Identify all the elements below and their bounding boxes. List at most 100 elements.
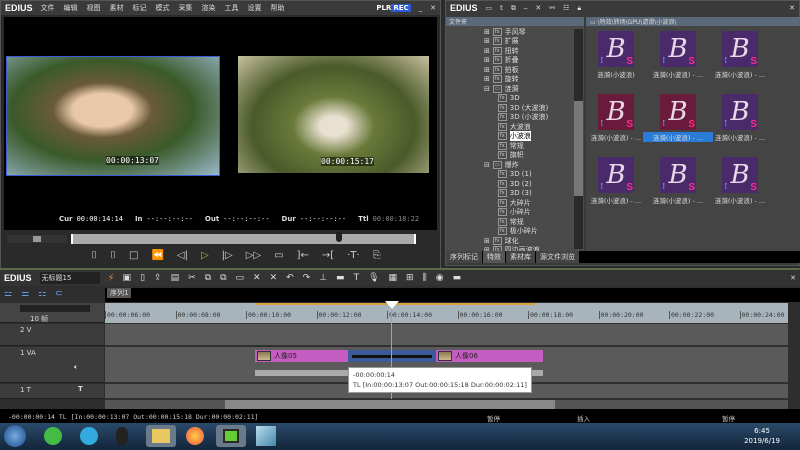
track-tool-icon[interactable]: ⚍ bbox=[4, 289, 12, 299]
plr-toggle[interactable]: PLR bbox=[376, 4, 391, 12]
effect-label[interactable]: 涟漪(小波浪) - ... bbox=[643, 195, 713, 205]
link-icon[interactable]: ⚏ bbox=[38, 289, 46, 299]
lock-icon[interactable]: 🔒︎ bbox=[577, 4, 581, 13]
effect-thumbnail[interactable]: B S! bbox=[660, 31, 696, 67]
collapse-icon[interactable]: ⊟ bbox=[484, 161, 490, 169]
undo-icon[interactable]: ↶ bbox=[286, 273, 294, 283]
clip-renxiang06[interactable]: 人像06 bbox=[436, 350, 543, 362]
menu-item[interactable]: 采集 bbox=[179, 3, 193, 13]
playhead-marker[interactable] bbox=[385, 301, 399, 309]
export-icon[interactable]: ⇪ bbox=[154, 273, 162, 283]
expand-icon[interactable]: ⊞ bbox=[484, 237, 490, 245]
effect-label[interactable]: 涟漪(小波浪) bbox=[581, 69, 651, 79]
mixer-icon[interactable]: ▬ bbox=[336, 273, 345, 283]
tree-item[interactable]: ⊟ ▭ 涟漪 bbox=[446, 84, 584, 94]
menu-item[interactable]: 设置 bbox=[248, 3, 262, 13]
menu-item[interactable]: 帮助 bbox=[271, 3, 285, 13]
effect-label[interactable]: 涟漪(小波浪) - ... bbox=[581, 195, 651, 205]
expand-icon[interactable]: ⊞ bbox=[484, 47, 490, 55]
tree-item[interactable]: fx 3D (3) bbox=[446, 189, 584, 199]
tree-item[interactable]: ⊟ ▭ 爆炸 bbox=[446, 160, 584, 170]
close-icon[interactable]: ✕ bbox=[789, 4, 795, 12]
step-forward-icon[interactable]: |▷ bbox=[222, 250, 233, 261]
speaker-icon[interactable]: 🔈︎ bbox=[74, 363, 78, 372]
sequence-tab[interactable]: 序列1 bbox=[107, 288, 132, 298]
export-icon[interactable]: ⎘ bbox=[373, 250, 381, 261]
marker-icon[interactable]: ⊥ bbox=[319, 273, 327, 283]
effect-label[interactable]: 涟漪(小波浪) - ... bbox=[581, 132, 651, 142]
transition[interactable] bbox=[348, 350, 436, 362]
tree-item[interactable]: fx 旗帜 bbox=[446, 151, 584, 161]
track-header-2v[interactable]: 2 V bbox=[0, 324, 104, 346]
minimize-icon[interactable]: _ bbox=[419, 4, 423, 12]
effect-label[interactable]: 涟漪(小波浪) - ... bbox=[643, 132, 713, 142]
menu-item[interactable]: 视图 bbox=[87, 3, 101, 13]
playhead-handle[interactable] bbox=[335, 232, 342, 242]
expand-icon[interactable]: ⊞ bbox=[484, 56, 490, 64]
panel-tab[interactable]: 源文件浏览 bbox=[536, 251, 579, 263]
tree-item[interactable]: fx 3D (2) bbox=[446, 179, 584, 189]
copy-icon[interactable]: ⧉ bbox=[511, 4, 516, 13]
set-out-icon[interactable]: ⌷ bbox=[110, 250, 116, 261]
shuttle-slider[interactable] bbox=[7, 235, 67, 243]
tree-item[interactable]: ⊞ fx 旋转 bbox=[446, 75, 584, 85]
effect-thumbnail[interactable]: B S! bbox=[722, 157, 758, 193]
play-icon[interactable]: ▷ bbox=[201, 250, 209, 261]
folder-icon[interactable]: ▭ bbox=[486, 4, 493, 12]
set-in-icon[interactable]: ⌷ bbox=[91, 250, 97, 261]
expand-icon[interactable]: ⊞ bbox=[484, 75, 490, 83]
clock[interactable]: 6:45 2019/6/19 bbox=[744, 426, 780, 446]
expand-icon[interactable]: ⊞ bbox=[484, 28, 490, 36]
menu-item[interactable]: 编辑 bbox=[64, 3, 78, 13]
zoom-value[interactable]: 10 帧 bbox=[30, 314, 48, 324]
firefox-icon[interactable] bbox=[186, 427, 204, 445]
tree-item[interactable]: ⊞ fx 拍板 bbox=[446, 65, 584, 75]
start-button[interactable] bbox=[4, 425, 26, 447]
expand-icon[interactable]: ⊞ bbox=[484, 37, 490, 45]
tree-item[interactable]: fx 小波浪 bbox=[446, 131, 584, 142]
effect-thumbnail[interactable]: B S! bbox=[722, 94, 758, 130]
insert-icon[interactable]: ]← bbox=[297, 250, 309, 261]
delete-icon[interactable]: ✕ bbox=[253, 273, 261, 283]
trim-icon[interactable]: ·T· bbox=[347, 250, 359, 261]
mic-icon[interactable]: 🎙︎ bbox=[368, 273, 379, 283]
tree-item[interactable]: fx 极小碎片 bbox=[446, 227, 584, 237]
menu-item[interactable]: 模式 bbox=[156, 3, 170, 13]
tree-item[interactable]: ⊞ fx 折叠 bbox=[446, 56, 584, 66]
timeline-ruler[interactable]: 00:00:06:00 00:00:08:00 00:00:10:00 00:00:1… bbox=[105, 303, 788, 323]
effect-thumbnail[interactable]: B S! bbox=[660, 94, 696, 130]
delete-icon[interactable]: ✕ bbox=[535, 4, 541, 12]
tree-item[interactable]: fx 常规 bbox=[446, 217, 584, 227]
track-header-1t[interactable]: 1 TT bbox=[0, 384, 104, 399]
up-icon[interactable]: t bbox=[500, 4, 503, 12]
effect-thumbnail[interactable]: B S! bbox=[722, 31, 758, 67]
tree-item[interactable]: fx 3D (大波浪) bbox=[446, 103, 584, 113]
record-icon[interactable]: ◉ bbox=[436, 273, 444, 283]
menu-item[interactable]: 标记 bbox=[133, 3, 147, 13]
taskbar-video-icon[interactable] bbox=[80, 427, 98, 445]
tree-item[interactable]: ⊞ fx 扭转 bbox=[446, 46, 584, 56]
effect-thumbnail[interactable]: B S! bbox=[660, 157, 696, 193]
paste-icon[interactable]: ⧉ bbox=[220, 273, 226, 283]
clip-renxiang05[interactable]: 人像05 bbox=[255, 350, 348, 362]
step-back-icon[interactable]: ◁| bbox=[177, 250, 188, 261]
menu-item[interactable]: 渲染 bbox=[202, 3, 216, 13]
cut-icon[interactable]: ✂ bbox=[188, 273, 196, 283]
timeline-tool-icon[interactable]: ⚡ bbox=[108, 273, 115, 284]
track-icon[interactable]: ▣ bbox=[123, 273, 132, 283]
effect-label[interactable]: 涟漪(小波浪) - ... bbox=[643, 69, 713, 79]
overwrite-icon[interactable]: →[ bbox=[322, 250, 334, 261]
menu-item[interactable]: 工具 bbox=[225, 3, 239, 13]
file-explorer-icon[interactable] bbox=[146, 425, 176, 447]
new-icon[interactable]: ▯ bbox=[140, 273, 145, 283]
rewind-icon[interactable]: ⏪ bbox=[151, 250, 163, 261]
track-2v[interactable] bbox=[105, 324, 788, 346]
track-header-1va[interactable]: 1 VA 🔈︎ bbox=[0, 347, 104, 383]
zoom-slider[interactable] bbox=[20, 305, 90, 312]
sync-icon[interactable]: ⚌ bbox=[21, 289, 29, 299]
timeline-scrollbar[interactable] bbox=[105, 400, 788, 409]
panel-tab[interactable]: 特效 bbox=[483, 251, 505, 263]
copy-icon[interactable]: ⧉ bbox=[205, 273, 211, 283]
effect-thumbnail[interactable]: B S! bbox=[598, 157, 634, 193]
collapse-icon[interactable]: ⊟ bbox=[484, 85, 490, 93]
